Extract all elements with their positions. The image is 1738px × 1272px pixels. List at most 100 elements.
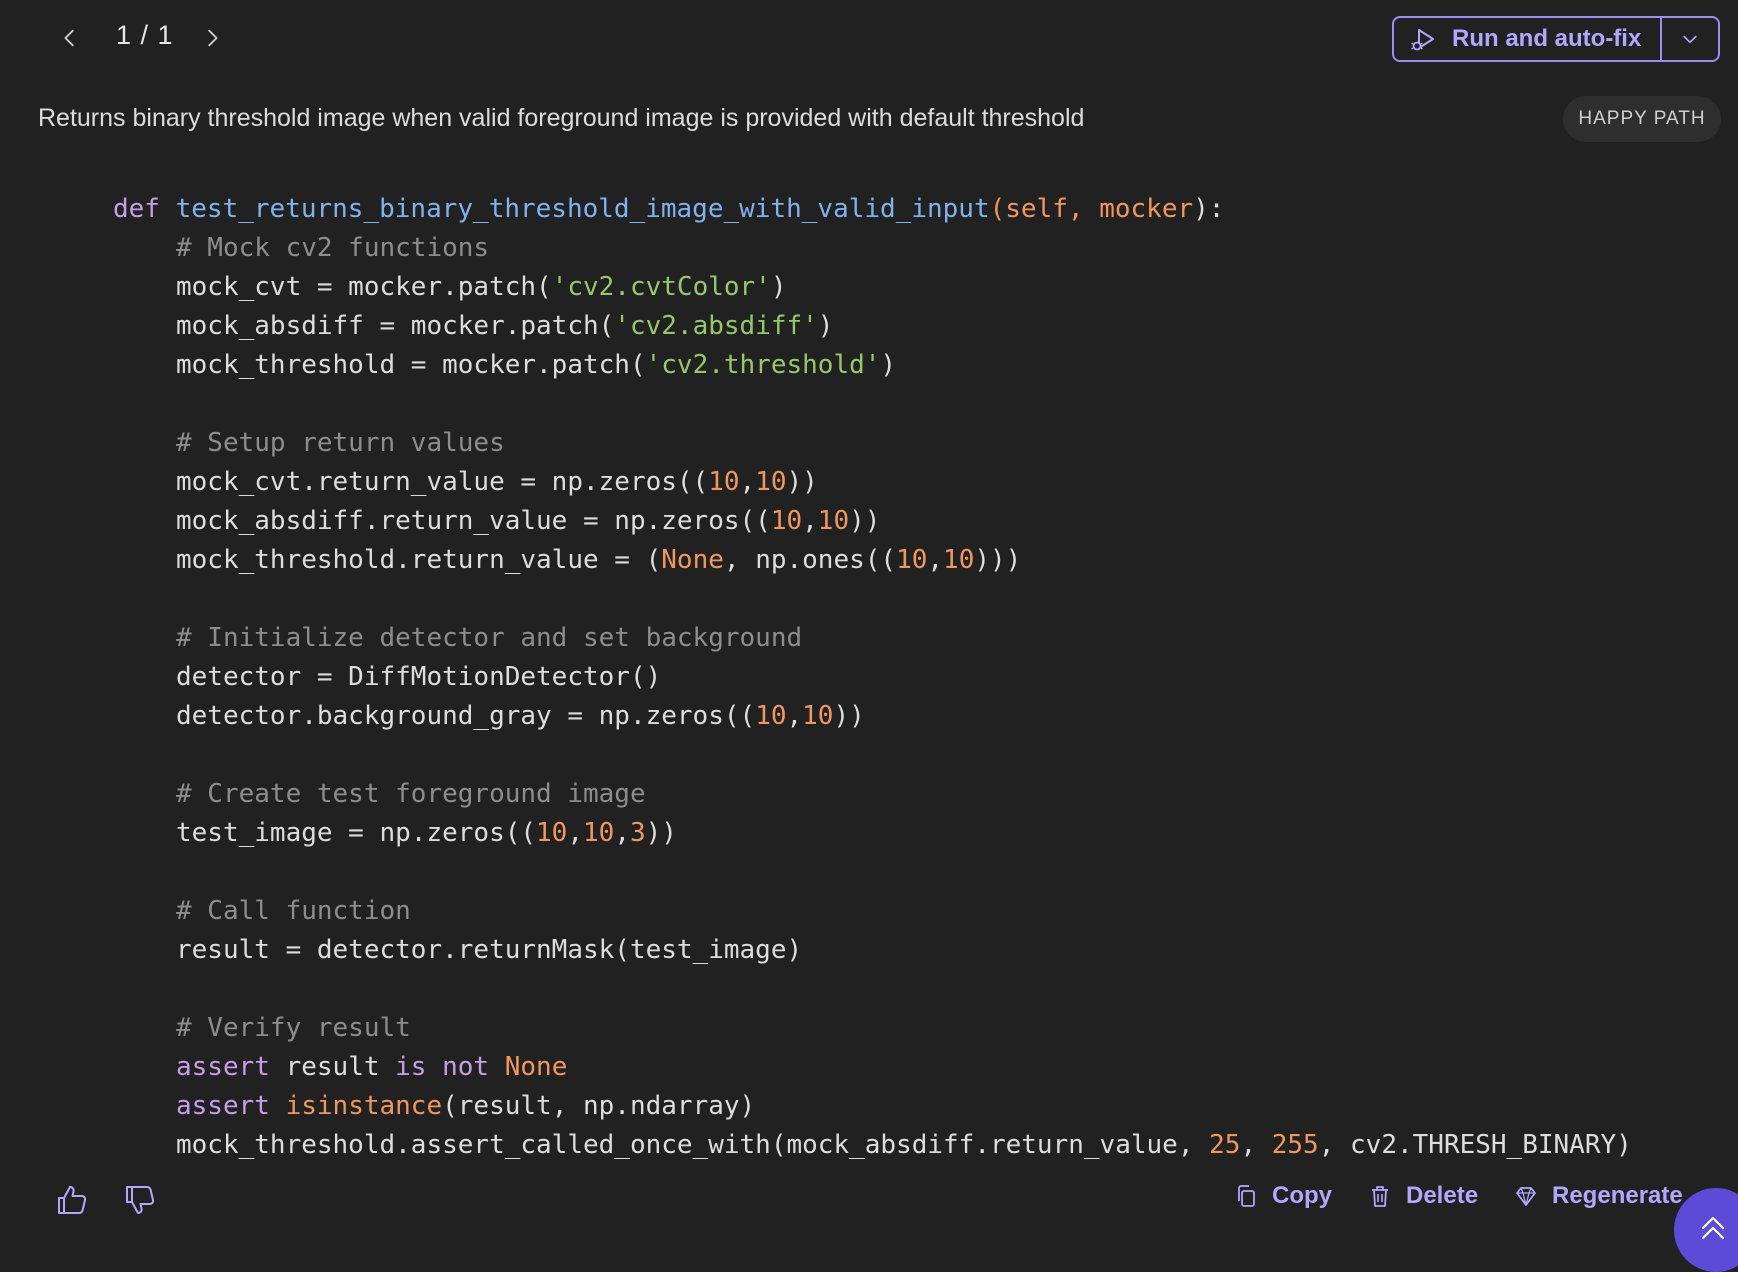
code-line: mock_absdiff = mocker.patch('cv2.absdiff…: [0, 307, 1738, 346]
code-token: mock_threshold.return_value = (: [176, 545, 662, 575]
chevron-right-icon: [208, 29, 218, 47]
gem-icon: [1516, 1187, 1536, 1206]
code-line: # Verify result: [0, 1009, 1738, 1048]
thumbs-up-icon: [58, 1186, 87, 1214]
code-line: mock_threshold = mocker.patch('cv2.thres…: [0, 346, 1738, 385]
run-options-dropdown[interactable]: [1660, 18, 1718, 60]
code-line: # Initialize detector and set background: [0, 619, 1738, 658]
code-comment: # Create test foreground image: [176, 779, 646, 809]
code-token: ): [880, 350, 897, 380]
test-description: Returns binary threshold image when vali…: [38, 104, 1085, 132]
code-token: )): [849, 506, 881, 536]
top-bar: 1 / 1 Run and auto-fix: [0, 0, 1738, 80]
code-line: detector = DiffMotionDetector(): [0, 658, 1738, 697]
double-chevron-up-icon: [1701, 1216, 1725, 1240]
code-token: , cv2.THRESH_BINARY): [1318, 1130, 1632, 1160]
code-line: # Setup return values: [0, 424, 1738, 463]
code-token: ,: [739, 467, 756, 497]
code-line: assert isinstance(result, np.ndarray): [0, 1087, 1738, 1126]
code-token: test_image = np.zeros((: [176, 818, 537, 848]
code-token: ))): [974, 545, 1022, 575]
code-number: 10: [536, 818, 568, 848]
code-line: # Call function: [0, 892, 1738, 931]
code-token: def: [113, 194, 160, 224]
code-number: 25: [1209, 1130, 1241, 1160]
trash-icon: [1372, 1186, 1388, 1207]
code-string: 'cv2.absdiff': [614, 311, 818, 341]
code-line: mock_threshold.return_value = (None, np.…: [0, 541, 1738, 580]
code-token: mock_cvt = mocker.patch(: [176, 272, 552, 302]
code-number: 10: [802, 701, 834, 731]
code-line: mock_absdiff.return_value = np.zeros((10…: [0, 502, 1738, 541]
previous-button[interactable]: [50, 18, 90, 58]
code-keyword: is not: [395, 1052, 490, 1082]
code-line: mock_threshold.assert_called_once_with(m…: [0, 1126, 1738, 1165]
code-comment: # Call function: [176, 896, 411, 926]
code-comment: # Verify result: [176, 1013, 411, 1043]
code-number: 10: [755, 467, 787, 497]
code-line: mock_cvt = mocker.patch('cv2.cvtColor'): [0, 268, 1738, 307]
code-number: 255: [1271, 1130, 1319, 1160]
code-line: mock_cvt.return_value = np.zeros((10,10)…: [0, 463, 1738, 502]
code-builtin: isinstance: [285, 1091, 443, 1121]
copy-icon: [1238, 1185, 1255, 1207]
code-token: mock_threshold.assert_called_once_with(m…: [176, 1130, 1210, 1160]
thumbs-down-icon: [126, 1186, 155, 1214]
code-token: mocker: [1099, 194, 1194, 224]
code-number: 10: [770, 506, 803, 536]
code-line: result = detector.returnMask(test_image): [0, 931, 1738, 970]
code-token: result = detector.returnMask(test_image): [176, 935, 803, 965]
code-token: mock_absdiff = mocker.patch(: [176, 311, 615, 341]
code-token: detector.background_gray = np.zeros((: [176, 701, 756, 731]
code-number: 10: [708, 467, 740, 497]
code-comment: # Setup return values: [176, 428, 505, 458]
code-number: 10: [583, 818, 615, 848]
code-token: ):: [1193, 194, 1225, 224]
code-token: (: [989, 194, 1006, 224]
code-token: )): [786, 467, 818, 497]
regenerate-label: Regenerate: [1552, 1182, 1683, 1209]
code-number: 3: [629, 818, 646, 848]
code-line: assert result is not None: [0, 1048, 1738, 1087]
code-comment: # Initialize detector and set background: [176, 623, 803, 653]
code-token: ,: [567, 818, 583, 848]
code-token: detector = DiffMotionDetector(): [176, 662, 662, 692]
thumbs-down-button[interactable]: [118, 1178, 162, 1222]
code-line: def test_returns_binary_threshold_image_…: [0, 190, 1738, 229]
regenerate-button[interactable]: Regenerate: [1514, 1182, 1683, 1210]
code-number: 10: [755, 701, 787, 731]
code-number: 10: [943, 545, 975, 575]
code-line: # Create test foreground image: [0, 775, 1738, 814]
delete-label: Delete: [1406, 1182, 1479, 1209]
run-button-label: Run and auto-fix: [1452, 25, 1642, 52]
code-comment: # Mock cv2 functions: [176, 233, 490, 263]
code-token: ,: [802, 506, 818, 536]
code-block: def test_returns_binary_threshold_image_…: [0, 190, 1738, 1165]
code-token: ,: [1067, 194, 1100, 224]
thumbs-up-button[interactable]: [50, 1178, 94, 1222]
code-number: 10: [817, 506, 850, 536]
code-number: 10: [896, 545, 928, 575]
code-token: )): [645, 818, 677, 848]
run-button-group: Run and auto-fix: [1392, 16, 1720, 62]
code-token: , np.ones((: [723, 545, 897, 575]
code-token: ,: [927, 545, 944, 575]
code-line: detector.background_gray = np.zeros((10,…: [0, 697, 1738, 736]
code-token: (result, np.ndarray): [442, 1091, 756, 1121]
footer-actions: Copy Delete Regenerate: [0, 1170, 1738, 1230]
copy-label: Copy: [1272, 1182, 1332, 1209]
code-token: ,: [1240, 1130, 1272, 1160]
code-token: mock_cvt.return_value = np.zeros((: [176, 467, 709, 497]
copy-button[interactable]: Copy: [1234, 1182, 1332, 1210]
next-button[interactable]: [192, 18, 232, 58]
delete-button[interactable]: Delete: [1368, 1182, 1478, 1210]
test-category-badge: HAPPY PATH: [1563, 96, 1721, 142]
code-token: test_returns_binary_threshold_image_with…: [175, 194, 990, 224]
code-token: self: [1005, 194, 1068, 224]
run-and-autofix-button[interactable]: Run and auto-fix: [1394, 18, 1660, 60]
